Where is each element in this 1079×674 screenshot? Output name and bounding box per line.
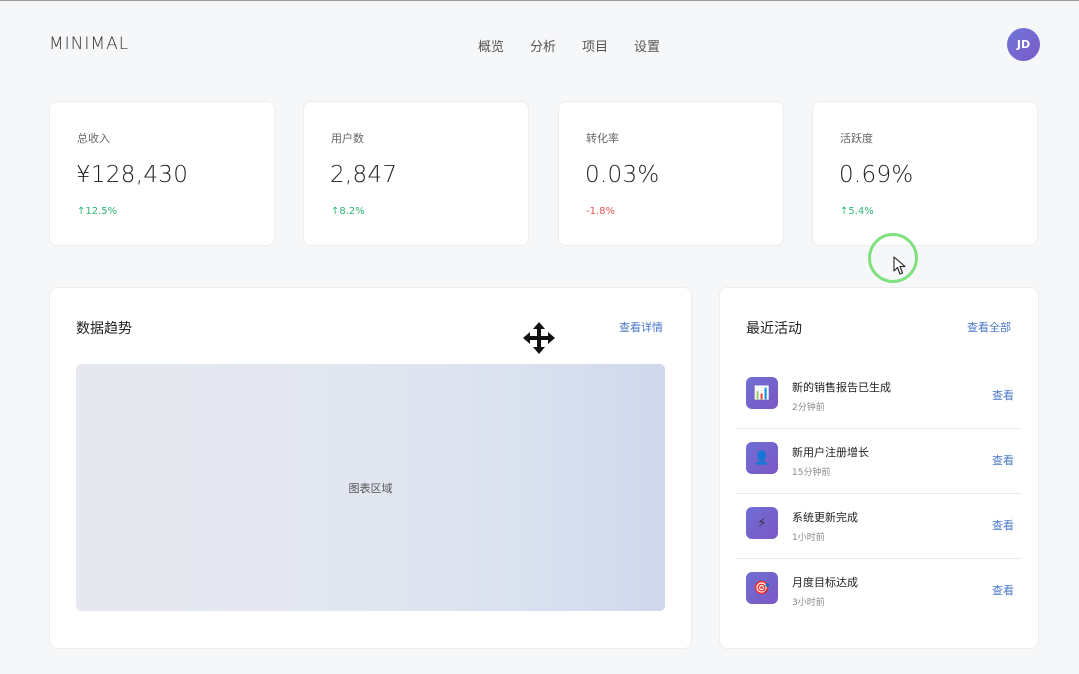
nav-item-overview[interactable]: 概览 xyxy=(478,36,504,55)
activity-title: 月度目标达成 xyxy=(792,576,858,589)
stat-label: 活跃度 xyxy=(840,132,873,145)
activity-title: 新用户注册增长 xyxy=(792,446,869,459)
stat-card-conversion: 转化率 0.03% -1.8% xyxy=(558,101,784,246)
stat-change: -1.8% xyxy=(586,206,616,217)
view-all-link[interactable]: 查看全部 xyxy=(967,319,1011,335)
activity-item: 🎯 月度目标达成 3小时前 查看 xyxy=(736,559,1022,624)
stat-change: ↑8.2% xyxy=(331,206,365,217)
nav-item-settings[interactable]: 设置 xyxy=(634,36,660,55)
nav-item-analytics[interactable]: 分析 xyxy=(530,36,556,55)
stat-card-activity: 活跃度 0.69% ↑5.4% xyxy=(812,101,1038,246)
stat-card-users: 用户数 2,847 ↑8.2% xyxy=(303,101,529,246)
activity-item: 👤 新用户注册增长 15分钟前 查看 xyxy=(736,429,1022,494)
activity-view-button[interactable]: 查看 xyxy=(992,517,1014,533)
header: MINIMAL 概览 分析 项目 设置 JD xyxy=(0,0,1079,88)
activity-time: 15分钟前 xyxy=(792,468,831,478)
stat-label: 用户数 xyxy=(331,132,364,145)
trend-panel-title: 数据趋势 xyxy=(76,321,132,337)
chart-icon: 📊 xyxy=(746,377,778,409)
activity-time: 1小时前 xyxy=(792,533,825,543)
stat-label: 转化率 xyxy=(586,132,619,145)
activity-view-button[interactable]: 查看 xyxy=(992,387,1014,403)
activity-panel-title: 最近活动 xyxy=(746,321,802,337)
logo: MINIMAL xyxy=(49,34,130,54)
trend-panel: 数据趋势 查看详情 图表区域 xyxy=(49,287,692,649)
move-cursor-icon xyxy=(521,320,557,356)
stat-card-revenue: 总收入 ¥128,430 ↑12.5% xyxy=(49,101,275,246)
chart-placeholder: 图表区域 xyxy=(348,481,393,495)
stat-label: 总收入 xyxy=(77,132,110,145)
pointer-cursor-icon xyxy=(893,256,906,275)
activity-time: 2分钟前 xyxy=(792,403,825,413)
activity-time: 3小时前 xyxy=(792,598,825,608)
activity-item: 📊 新的销售报告已生成 2分钟前 查看 xyxy=(736,364,1022,429)
stat-value: 0.69% xyxy=(839,162,914,188)
stat-change: ↑12.5% xyxy=(77,206,118,217)
stat-value: 0.03% xyxy=(585,162,660,188)
activity-item: ⚡ 系统更新完成 1小时前 查看 xyxy=(736,494,1022,559)
user-icon: 👤 xyxy=(746,442,778,474)
view-details-link[interactable]: 查看详情 xyxy=(619,319,663,335)
chart-area: 图表区域 xyxy=(76,364,665,611)
activity-view-button[interactable]: 查看 xyxy=(992,452,1014,468)
stat-value: 2,847 xyxy=(330,162,398,188)
activity-title: 系统更新完成 xyxy=(792,511,858,524)
activity-panel: 最近活动 查看全部 📊 新的销售报告已生成 2分钟前 查看 👤 新用户注册增长 … xyxy=(719,287,1039,649)
stat-change: ↑5.4% xyxy=(840,206,874,217)
lightning-icon: ⚡ xyxy=(746,507,778,539)
stat-value: ¥128,430 xyxy=(76,162,189,188)
top-nav: 概览 分析 项目 设置 xyxy=(478,36,660,55)
activity-view-button[interactable]: 查看 xyxy=(992,582,1014,598)
nav-item-projects[interactable]: 项目 xyxy=(582,36,608,55)
activity-title: 新的销售报告已生成 xyxy=(792,381,891,394)
target-icon: 🎯 xyxy=(746,572,778,604)
avatar[interactable]: JD xyxy=(1007,28,1040,61)
